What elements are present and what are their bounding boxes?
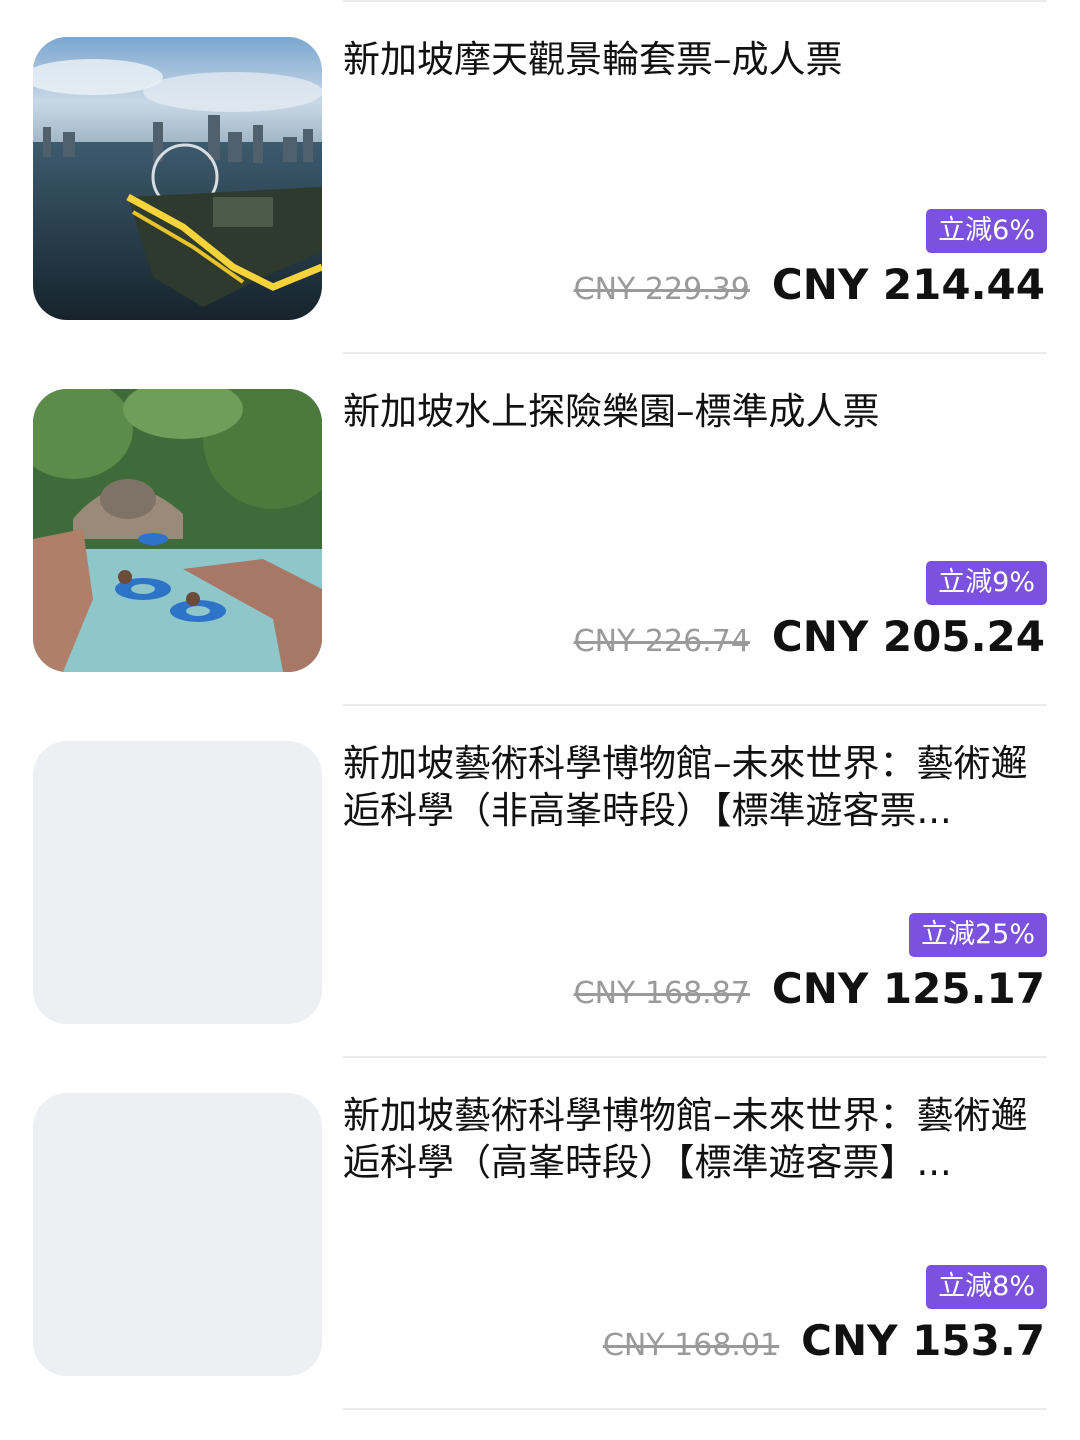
product-card[interactable]: 新加坡藝術科學博物館–未來世界：藝術邂逅科學（非高峯時段）【標準遊客票... 立…: [0, 704, 1080, 1056]
image-placeholder[interactable]: [33, 1093, 322, 1376]
singapore-flyer-photo: [33, 37, 322, 320]
product-card[interactable]: 新加坡藝術科學博物館–未來世界：藝術邂逅科學（高峯時段）【標準遊客票】... 立…: [0, 1056, 1080, 1408]
discount-badge: 立減9%: [926, 561, 1047, 605]
product-title[interactable]: 新加坡摩天觀景輪套票–成人票: [343, 36, 1043, 83]
product-image[interactable]: [33, 37, 322, 320]
original-price: CNY 168.01: [602, 1328, 780, 1363]
product-title[interactable]: 新加坡藝術科學博物館–未來世界：藝術邂逅科學（高峯時段）【標準遊客票】...: [343, 1092, 1043, 1186]
discount-badge: 立減6%: [926, 209, 1047, 253]
current-price: CNY 205.24: [771, 612, 1045, 661]
original-price: CNY 229.39: [573, 272, 750, 307]
price-row: CNY 168.87 CNY 125.17: [574, 964, 1045, 1013]
discount-badge: 立減25%: [908, 913, 1047, 957]
image-placeholder[interactable]: [33, 741, 322, 1024]
current-price: CNY 125.17: [771, 964, 1045, 1013]
price-row: CNY 229.39 CNY 214.44: [574, 260, 1045, 309]
product-title[interactable]: 新加坡藝術科學博物館–未來世界：藝術邂逅科學（非高峯時段）【標準遊客票...: [343, 740, 1043, 834]
product-list: 新加坡摩天觀景輪套票–成人票 立減6% CNY 229.39 CNY 214.4…: [0, 0, 1080, 1440]
product-card[interactable]: 新加坡水上探險樂園–標準成人票 立減9% CNY 226.74 CNY 205.…: [0, 352, 1080, 704]
current-price: CNY 153.7: [801, 1316, 1045, 1365]
price-row: CNY 168.01 CNY 153.7: [603, 1316, 1045, 1365]
price-row: CNY 226.74 CNY 205.24: [574, 612, 1045, 661]
water-park-photo: [33, 389, 322, 672]
original-price: CNY 168.87: [573, 976, 750, 1011]
current-price: CNY 214.44: [771, 260, 1045, 309]
product-title[interactable]: 新加坡水上探險樂園–標準成人票: [343, 388, 1043, 435]
divider: [343, 1408, 1047, 1410]
product-image[interactable]: [33, 389, 322, 672]
discount-badge: 立減8%: [926, 1265, 1047, 1309]
original-price: CNY 226.74: [573, 624, 750, 659]
product-card[interactable]: 新加坡摩天觀景輪套票–成人票 立減6% CNY 229.39 CNY 214.4…: [0, 0, 1080, 352]
